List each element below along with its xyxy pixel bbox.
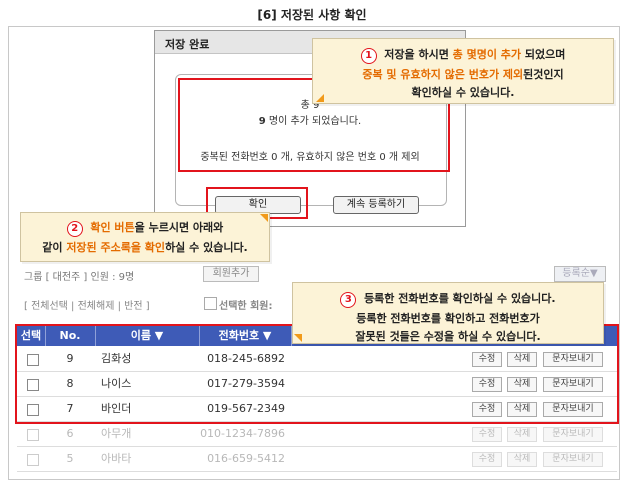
callout-text: 등록한 전화번호를 확인하고 전화번호가 — [356, 312, 540, 325]
callout-text: 저장을 하시면 — [384, 48, 453, 61]
callout-number: 3 — [340, 292, 357, 308]
row-checkbox[interactable] — [27, 429, 39, 441]
group-info: 그룹 [ 대전주 ] 인원 : 9명 — [24, 272, 135, 283]
edit-button[interactable]: 수정 — [472, 452, 502, 467]
callout-text: 잘못된 것들은 수정을 하실 수 있습니다. — [355, 330, 541, 343]
send-sms-button[interactable]: 문자보내기 — [543, 427, 603, 442]
callout-3: 3 등록한 전화번호를 확인하실 수 있습니다. 등록한 전화번호를 확인하고 … — [292, 282, 604, 344]
selected-checkbox[interactable] — [204, 297, 217, 310]
row-no: 5 — [66, 452, 74, 465]
table-row: 5 아바타 016-659-5412 수정 삭제 문자보내기 — [17, 447, 617, 472]
add-member-button[interactable]: 회원추가 — [203, 266, 259, 282]
selection-links[interactable]: [ 전체선택 | 전체해제 | 반전 ] — [24, 297, 150, 312]
row-name: 아무개 — [101, 427, 132, 440]
delete-button[interactable]: 삭제 — [507, 452, 537, 467]
sort-dropdown[interactable]: 등록순▼ — [554, 266, 606, 282]
callout-text: 같이 — [42, 241, 67, 254]
callout-highlight: 저장된 주소록을 확인 — [66, 241, 166, 254]
page-heading: [6] 저장된 사항 확인 — [257, 8, 367, 22]
callout-text: 확인하실 수 있습니다. — [411, 86, 515, 99]
continue-register-button[interactable]: 계속 등록하기 — [333, 196, 419, 214]
send-sms-button[interactable]: 문자보내기 — [543, 452, 603, 467]
delete-button[interactable]: 삭제 — [507, 427, 537, 442]
callout-1: 1 저장을 하시면 총 몇명이 추가 되었으며 중복 및 유효하지 않은 번호가… — [312, 38, 614, 104]
callout-number: 1 — [360, 48, 377, 64]
callout-text: 된것인지 — [523, 68, 564, 81]
callout-highlight: 총 몇명이 추가 — [452, 48, 522, 61]
callout-text: 등록한 전화번호를 확인하실 수 있습니다. — [364, 292, 556, 305]
selected-members-label: 선택한 회원: — [219, 301, 273, 312]
callout-text: 을 누르시면 아래와 — [134, 221, 224, 234]
callout-3-corner — [294, 334, 302, 342]
callout-text: 되었으며 — [521, 48, 566, 61]
row-checkbox[interactable] — [27, 454, 39, 466]
row-name: 아바타 — [101, 452, 132, 465]
callout-2-corner — [260, 214, 268, 222]
callout-number: 2 — [66, 221, 83, 237]
callout-highlight: 중복 및 유효하지 않은 번호가 제외 — [362, 68, 524, 81]
row-phone: 010-1234-7896 — [200, 427, 285, 440]
table-row: 6 아무개 010-1234-7896 수정 삭제 문자보내기 — [17, 422, 617, 447]
row-no: 6 — [66, 427, 74, 440]
dialog-title: 저장 완료 — [165, 38, 210, 51]
row-phone: 016-659-5412 — [207, 452, 285, 465]
callout-highlight: 확인 버튼 — [90, 221, 135, 234]
edit-button[interactable]: 수정 — [472, 427, 502, 442]
callout-1-corner — [316, 94, 324, 102]
callout-text: 하실 수 있습니다. — [165, 241, 248, 254]
callout-2: 2 확인 버튼을 누르시면 아래와 같이 저장된 주소록을 확인하실 수 있습니… — [20, 212, 270, 262]
